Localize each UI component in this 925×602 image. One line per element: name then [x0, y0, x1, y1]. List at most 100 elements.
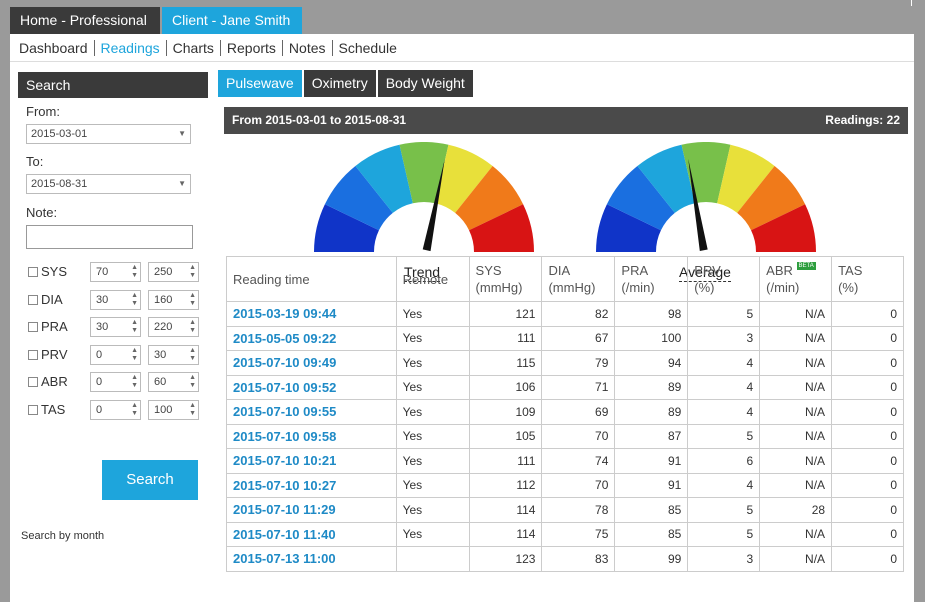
sys-checkbox[interactable]	[28, 267, 38, 277]
table-row[interactable]: 2015-07-10 11:29 Yes 114 78 85 5 28 0	[226, 497, 904, 523]
reading-time-link[interactable]: 2015-07-10 10:27	[226, 472, 397, 498]
table-row[interactable]: 2015-07-10 09:58 Yes 105 70 87 5 N/A 0	[226, 423, 904, 449]
stepper-value: 30	[96, 294, 109, 306]
filter-label: SYS	[41, 264, 68, 279]
prv-min-stepper[interactable]: 0 ▲ ▼	[90, 345, 141, 365]
col-dia[interactable]: DIA (mmHg)	[541, 256, 616, 302]
note-input[interactable]	[26, 225, 193, 249]
subnav-dashboard[interactable]: Dashboard	[13, 39, 95, 56]
tab-oximetry[interactable]: Oximetry	[303, 70, 376, 97]
abr-checkbox[interactable]	[28, 377, 38, 387]
table-cell: 87	[614, 423, 689, 449]
table-cell: 4	[687, 472, 761, 498]
sys-max-stepper[interactable]: 250 ▲ ▼	[148, 262, 199, 282]
table-row[interactable]: 2015-07-13 11:00 123 83 99 3 N/A 0	[226, 546, 904, 572]
table-cell: 4	[687, 399, 761, 425]
reading-time-link[interactable]: 2015-07-10 09:55	[226, 399, 397, 425]
col-prv[interactable]: PRV (%)	[687, 256, 761, 302]
stepper-arrows-icon[interactable]: ▲ ▼	[189, 292, 196, 308]
tab-pulsewave[interactable]: Pulsewave	[218, 70, 302, 97]
search-heading: Search	[18, 72, 208, 98]
col-tas[interactable]: TAS (%)	[831, 256, 904, 302]
reading-time-link[interactable]: 2015-07-10 10:21	[226, 448, 397, 474]
prv-max-stepper[interactable]: 30 ▲ ▼	[148, 345, 199, 365]
stepper-arrows-icon[interactable]: ▲ ▼	[189, 347, 196, 363]
pra-checkbox[interactable]	[28, 322, 38, 332]
table-cell: 78	[541, 497, 616, 523]
stepper-arrows-icon[interactable]: ▲ ▼	[131, 374, 138, 390]
stepper-arrows-icon[interactable]: ▲ ▼	[131, 292, 138, 308]
table-row[interactable]: 2015-07-10 10:27 Yes 112 70 91 4 N/A 0	[226, 472, 904, 498]
to-date-select[interactable]: 2015-08-31 ▼	[26, 174, 191, 194]
tas-checkbox[interactable]	[28, 405, 38, 415]
tas-min-stepper[interactable]: 0 ▲ ▼	[90, 400, 141, 420]
table-cell	[395, 546, 470, 572]
col-remote[interactable]: Remote	[395, 256, 470, 302]
prv-checkbox[interactable]	[28, 350, 38, 360]
table-row[interactable]: 2015-05-05 09:22 Yes 111 67 100 3 N/A 0	[226, 325, 904, 351]
subnav-readings[interactable]: Readings	[95, 39, 167, 56]
stepper-arrows-icon[interactable]: ▲ ▼	[131, 319, 138, 335]
pra-max-stepper[interactable]: 220 ▲ ▼	[148, 317, 199, 337]
abr-max-stepper[interactable]: 60 ▲ ▼	[148, 372, 199, 392]
subnav-charts[interactable]: Charts	[167, 39, 221, 56]
stepper-arrows-icon[interactable]: ▲ ▼	[131, 264, 138, 280]
stepper-arrows-icon[interactable]: ▲ ▼	[189, 319, 196, 335]
table-row[interactable]: 2015-07-10 09:52 Yes 106 71 89 4 N/A 0	[226, 374, 904, 400]
table-cell: 111	[468, 325, 543, 351]
dia-min-stepper[interactable]: 30 ▲ ▼	[90, 290, 141, 310]
header-unit: (mmHg)	[548, 280, 596, 295]
table-cell: 5	[687, 497, 761, 523]
dia-checkbox[interactable]	[28, 295, 38, 305]
table-cell: 69	[541, 399, 616, 425]
pra-min-stepper[interactable]: 30 ▲ ▼	[90, 317, 141, 337]
subnav-notes[interactable]: Notes	[283, 39, 333, 56]
client-tab[interactable]: Client - Jane Smith	[162, 7, 302, 34]
stepper-arrows-icon[interactable]: ▲ ▼	[131, 347, 138, 363]
stepper-arrows-icon[interactable]: ▲ ▼	[189, 374, 196, 390]
home-tab[interactable]: Home - Professional	[10, 7, 160, 34]
table-cell: N/A	[759, 374, 833, 400]
dia-max-stepper[interactable]: 160 ▲ ▼	[148, 290, 199, 310]
col-reading-time[interactable]: Reading time	[226, 256, 397, 302]
reading-time-link[interactable]: 2015-03-19 09:44	[226, 301, 397, 327]
tab-body-weight[interactable]: Body Weight	[377, 70, 473, 97]
stepper-arrows-icon[interactable]: ▲ ▼	[131, 402, 138, 418]
reading-time-link[interactable]: 2015-07-10 09:49	[226, 350, 397, 376]
search-button[interactable]: Search	[102, 460, 198, 500]
note-label: Note:	[26, 205, 58, 220]
table-cell: N/A	[759, 325, 833, 351]
table-cell: 3	[687, 546, 761, 572]
table-cell: 114	[468, 497, 543, 523]
table-cell: 0	[831, 374, 904, 400]
search-by-month-link[interactable]: Search by month	[21, 530, 104, 542]
table-row[interactable]: 2015-03-19 09:44 Yes 121 82 98 5 N/A 0	[226, 301, 904, 327]
tas-max-stepper[interactable]: 100 ▲ ▼	[148, 400, 199, 420]
table-row[interactable]: 2015-07-10 10:21 Yes 111 74 91 6 N/A 0	[226, 448, 904, 474]
table-cell: 89	[614, 374, 689, 400]
reading-time-link[interactable]: 2015-07-13 11:00	[226, 546, 397, 572]
abr-min-stepper[interactable]: 0 ▲ ▼	[90, 372, 141, 392]
col-abr[interactable]: ABR BETA (/min)	[759, 256, 833, 302]
subnav-reports[interactable]: Reports	[221, 39, 283, 56]
stepper-value: 220	[154, 321, 173, 333]
stepper-arrows-icon[interactable]: ▲ ▼	[189, 402, 196, 418]
from-date-select[interactable]: 2015-03-01 ▼	[26, 124, 191, 144]
reading-time-link[interactable]: 2015-07-10 09:52	[226, 374, 397, 400]
table-row[interactable]: 2015-07-10 09:55 Yes 109 69 89 4 N/A 0	[226, 399, 904, 425]
col-pra[interactable]: PRA (/min)	[614, 256, 689, 302]
reading-time-link[interactable]: 2015-05-05 09:22	[226, 325, 397, 351]
table-cell: 112	[468, 472, 543, 498]
sys-min-stepper[interactable]: 70 ▲ ▼	[90, 262, 141, 282]
table-cell: 5	[687, 423, 761, 449]
table-row[interactable]: 2015-07-10 11:40 Yes 114 75 85 5 N/A 0	[226, 521, 904, 547]
stepper-arrows-icon[interactable]: ▲ ▼	[189, 264, 196, 280]
table-cell: 85	[614, 497, 689, 523]
reading-time-link[interactable]: 2015-07-10 11:29	[226, 497, 397, 523]
table-cell: Yes	[395, 325, 470, 351]
col-sys[interactable]: SYS (mmHg)	[468, 256, 543, 302]
reading-time-link[interactable]: 2015-07-10 09:58	[226, 423, 397, 449]
table-row[interactable]: 2015-07-10 09:49 Yes 115 79 94 4 N/A 0	[226, 350, 904, 376]
reading-time-link[interactable]: 2015-07-10 11:40	[226, 521, 397, 547]
subnav-schedule[interactable]: Schedule	[333, 40, 403, 56]
